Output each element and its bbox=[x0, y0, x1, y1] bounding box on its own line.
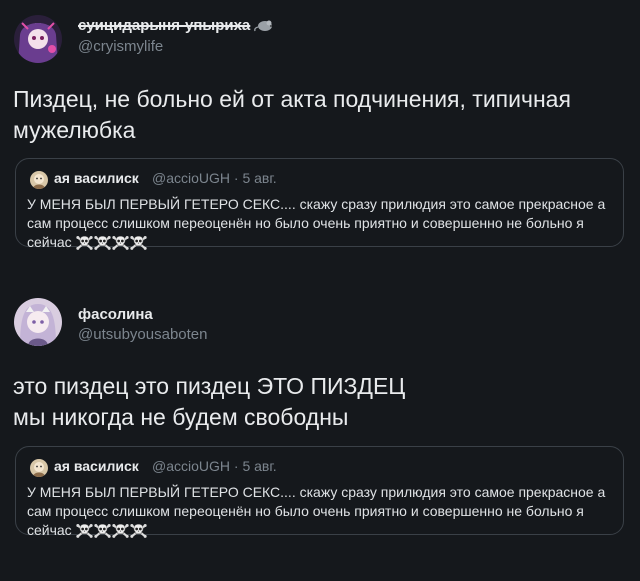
mouse-icon bbox=[254, 18, 274, 36]
quoted-text: У МЕНЯ БЫЛ ПЕРВЫЙ ГЕТЕРО СЕКС.... скажу … bbox=[27, 195, 612, 255]
quoted-date[interactable]: · 5 авг. bbox=[234, 170, 277, 186]
skull-crossbones-icon bbox=[94, 235, 111, 250]
quoted-meta: @accioUGH · 5 авг. bbox=[152, 170, 277, 186]
display-name-text: суицидарыня-упыриха bbox=[78, 17, 251, 34]
quoted-handle[interactable]: @accioUGH bbox=[152, 458, 230, 474]
quoted-meta: @accioUGH · 5 авг. bbox=[152, 458, 277, 474]
avatar[interactable] bbox=[14, 15, 62, 63]
quoted-avatar[interactable] bbox=[30, 459, 48, 477]
tweet-text-line: это пиздец это пиздец ЭТО ПИЗДЕЦ bbox=[13, 373, 406, 399]
quoted-avatar[interactable] bbox=[30, 171, 48, 189]
quoted-tweet[interactable]: ая василиск @accioUGH · 5 авг. У МЕНЯ БЫ… bbox=[15, 446, 624, 538]
avatar[interactable] bbox=[14, 298, 62, 346]
emoji-row bbox=[76, 235, 148, 255]
quoted-handle[interactable]: @accioUGH bbox=[152, 170, 230, 186]
tweet-text-line: мы никогда не будем свободны bbox=[13, 404, 349, 430]
skull-crossbones-icon bbox=[130, 235, 147, 250]
skull-crossbones-icon bbox=[76, 235, 93, 250]
display-name[interactable]: суицидарыня-упыриха bbox=[78, 17, 274, 36]
emoji-row bbox=[76, 523, 148, 543]
quoted-text: У МЕНЯ БЫЛ ПЕРВЫЙ ГЕТЕРО СЕКС.... скажу … bbox=[27, 483, 612, 543]
skull-crossbones-icon bbox=[76, 523, 93, 538]
skull-crossbones-icon bbox=[130, 523, 147, 538]
tweet-text: Пиздец, не больно ей от акта подчинения,… bbox=[13, 86, 571, 143]
quoted-display-name[interactable]: ая василиск bbox=[54, 458, 139, 474]
user-handle[interactable]: @utsubyousaboten bbox=[78, 326, 208, 343]
quoted-tweet[interactable]: ая василиск @accioUGH · 5 авг. У МЕНЯ БЫ… bbox=[15, 158, 624, 250]
tweet-text: это пиздец это пиздец ЭТО ПИЗДЕЦ мы нико… bbox=[13, 371, 623, 433]
display-name[interactable]: фасолина bbox=[78, 306, 153, 323]
skull-crossbones-icon bbox=[112, 235, 129, 250]
skull-crossbones-icon bbox=[112, 523, 129, 538]
user-handle[interactable]: @cryismylife bbox=[78, 38, 163, 55]
skull-crossbones-icon bbox=[94, 523, 111, 538]
quoted-display-name[interactable]: ая василиск bbox=[54, 170, 139, 186]
quoted-date[interactable]: · 5 авг. bbox=[234, 458, 277, 474]
